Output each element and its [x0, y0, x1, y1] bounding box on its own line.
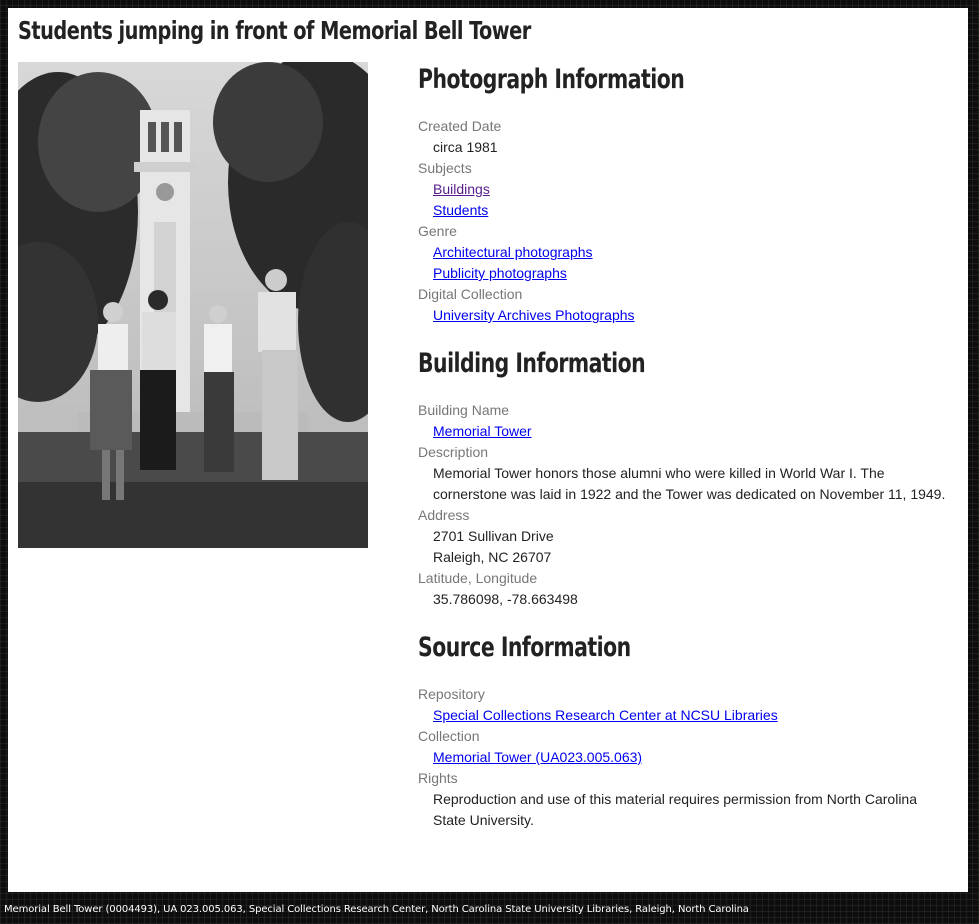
genre-label: Genre [418, 223, 457, 239]
repository-label: Repository [418, 686, 485, 702]
content-panel: Students jumping in front of Memorial Be… [8, 8, 968, 892]
building-information-section: Building Information Building Name Memor… [418, 344, 948, 610]
rights-value: Reproduction and use of this material re… [433, 791, 917, 828]
subject-link-students[interactable]: Students [433, 202, 488, 218]
created-date-value: circa 1981 [433, 139, 498, 155]
section-heading: Source Information [418, 632, 631, 663]
collection-link[interactable]: Memorial Tower (UA023.005.063) [433, 749, 642, 765]
rights-label: Rights [418, 770, 458, 786]
metadata-column: Photograph Information Created Date circ… [418, 60, 948, 849]
subject-link-buildings[interactable]: Buildings [433, 181, 490, 197]
building-name-label: Building Name [418, 402, 510, 418]
repository-link[interactable]: Special Collections Research Center at N… [433, 707, 778, 723]
address-line2: Raleigh, NC 26707 [433, 549, 552, 565]
collection-label: Collection [418, 728, 480, 744]
source-information-section: Source Information Repository Special Co… [418, 628, 948, 831]
latlong-value: 35.786098, -78.663498 [433, 591, 578, 607]
page-title: Students jumping in front of Memorial Be… [18, 16, 531, 45]
digital-collection-link[interactable]: University Archives Photographs [433, 307, 635, 323]
building-name-link[interactable]: Memorial Tower [433, 423, 532, 439]
section-heading: Building Information [418, 348, 646, 379]
latlong-label: Latitude, Longitude [418, 570, 538, 586]
description-label: Description [418, 444, 489, 460]
photograph [18, 62, 368, 548]
footer-caption: Memorial Bell Tower (0004493), UA 023.00… [4, 904, 749, 915]
section-heading: Photograph Information [418, 64, 685, 95]
genre-link-architectural[interactable]: Architectural photographs [433, 244, 593, 260]
photo-image [18, 62, 368, 548]
created-date-label: Created Date [418, 118, 502, 134]
description-value: Memorial Tower honors those alumni who w… [433, 465, 946, 502]
genre-link-publicity[interactable]: Publicity photographs [433, 265, 567, 281]
subjects-label: Subjects [418, 160, 472, 176]
address-label: Address [418, 507, 470, 523]
address-line1: 2701 Sullivan Drive [433, 528, 554, 544]
digital-collection-label: Digital Collection [418, 286, 523, 302]
photograph-information-section: Photograph Information Created Date circ… [418, 60, 948, 326]
